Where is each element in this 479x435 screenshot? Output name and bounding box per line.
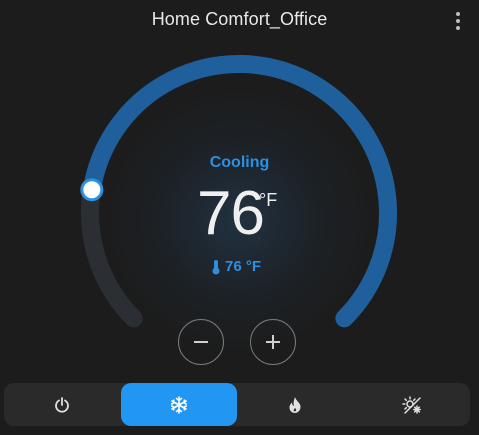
temperature-unit: °F	[259, 190, 278, 210]
plus-icon	[266, 335, 280, 349]
increase-temperature-button[interactable]	[250, 319, 296, 365]
minus-icon	[194, 341, 208, 343]
mode-off-button[interactable]	[4, 383, 120, 426]
power-icon	[55, 396, 69, 413]
snowflake-icon	[170, 395, 188, 414]
setpoint-handle[interactable]	[80, 178, 104, 202]
decrease-temperature-button[interactable]	[178, 319, 224, 365]
flame-icon	[289, 396, 301, 413]
thermostat-card: Home Comfort_Office Cooling 76 °F 76 °F	[0, 0, 479, 435]
hvac-mode-bar	[4, 383, 470, 426]
hvac-action-label: Cooling	[209, 154, 270, 171]
mode-cool-button[interactable]	[121, 383, 237, 426]
sun-snowflake-icon	[402, 395, 421, 414]
current-temperature: 76 °F	[211, 258, 261, 275]
current-temperature-value: 76 °F	[225, 258, 262, 275]
thermometer-icon	[212, 259, 220, 274]
mode-heat-button[interactable]	[237, 383, 353, 426]
dial-track-arc	[81, 180, 143, 328]
target-temperature: 76	[197, 179, 265, 248]
mode-auto-button[interactable]	[354, 383, 470, 426]
